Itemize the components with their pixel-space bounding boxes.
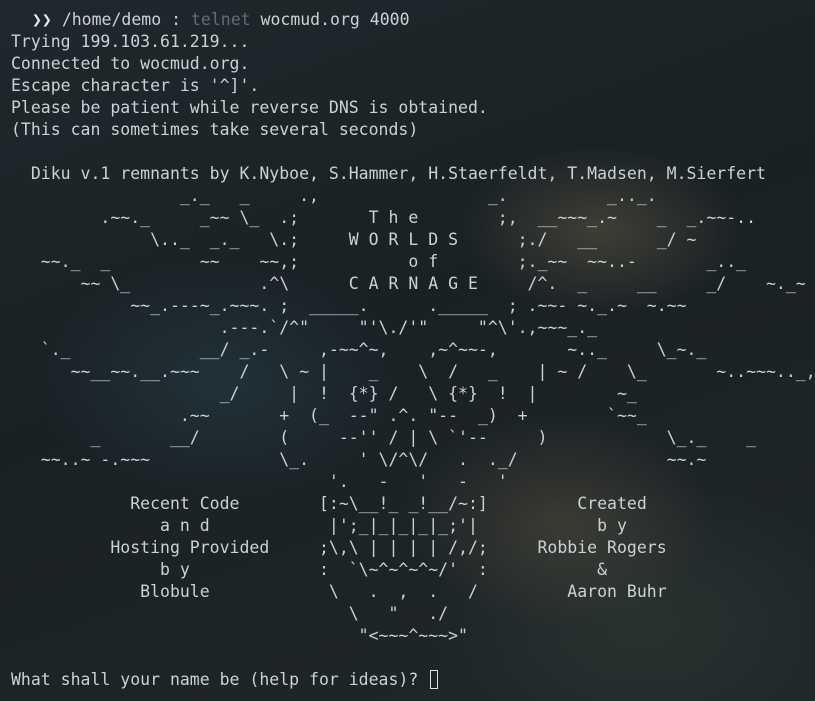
output-line-sometimes: (This can sometimes take several seconds…: [11, 120, 419, 139]
shell-prompt: ❯❯ /home/demo : telnet wocmud.org 4000: [32, 9, 410, 31]
chevron-prompt-icon: ❯❯: [32, 10, 52, 29]
telnet-output: Trying 199.103.61.219... Connected to wo…: [11, 31, 488, 141]
text-cursor[interactable]: [430, 670, 439, 689]
output-line-patience: Please be patient while reverse DNS is o…: [11, 98, 488, 117]
output-line-trying: Trying 199.103.61.219...: [11, 32, 250, 51]
wocmud-ascii-banner: Diku v.1 remnants by K.Nyboe, S.Hammer, …: [30, 164, 815, 645]
prompt-args: wocmud.org 4000: [260, 10, 410, 29]
login-prompt: What shall your name be (help for ideas)…: [11, 669, 439, 691]
output-line-escape: Escape character is '^]'.: [11, 76, 260, 95]
terminal-window[interactable]: ❯❯ /home/demo : telnet wocmud.org 4000 T…: [0, 0, 815, 701]
prompt-path: /home/demo: [61, 10, 162, 29]
prompt-separator: :: [171, 10, 182, 29]
name-prompt-text: What shall your name be (help for ideas)…: [11, 670, 429, 689]
prompt-command: telnet: [190, 10, 251, 29]
output-line-connected: Connected to wocmud.org.: [11, 54, 250, 73]
